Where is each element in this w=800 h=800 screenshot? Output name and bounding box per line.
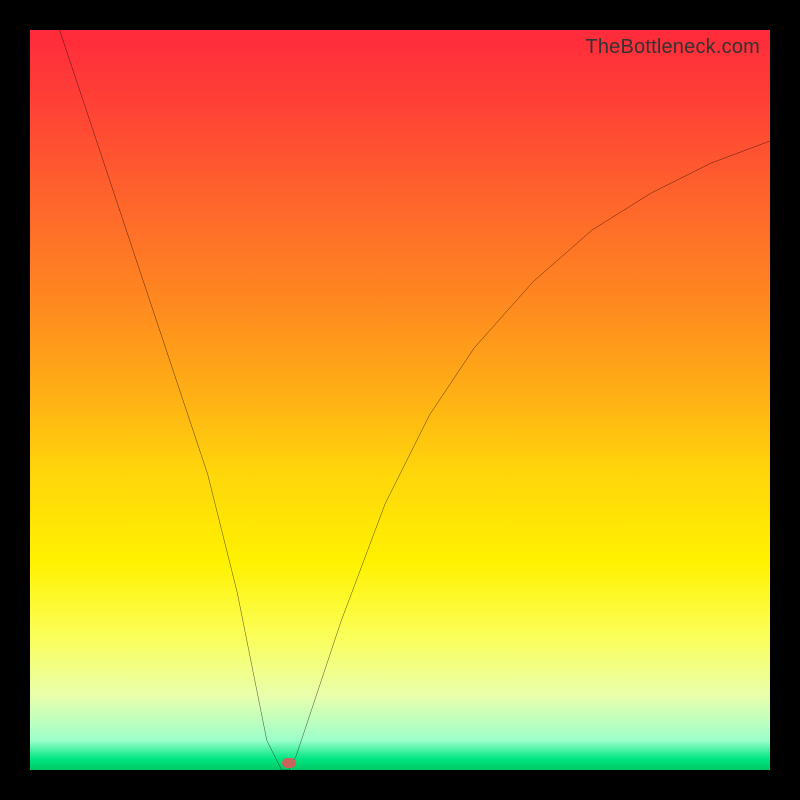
chart-frame: TheBottleneck.com — [0, 0, 800, 800]
chart-plot-area: TheBottleneck.com — [30, 30, 770, 770]
bottleneck-curve — [30, 30, 770, 770]
optimal-marker-icon — [282, 758, 296, 768]
